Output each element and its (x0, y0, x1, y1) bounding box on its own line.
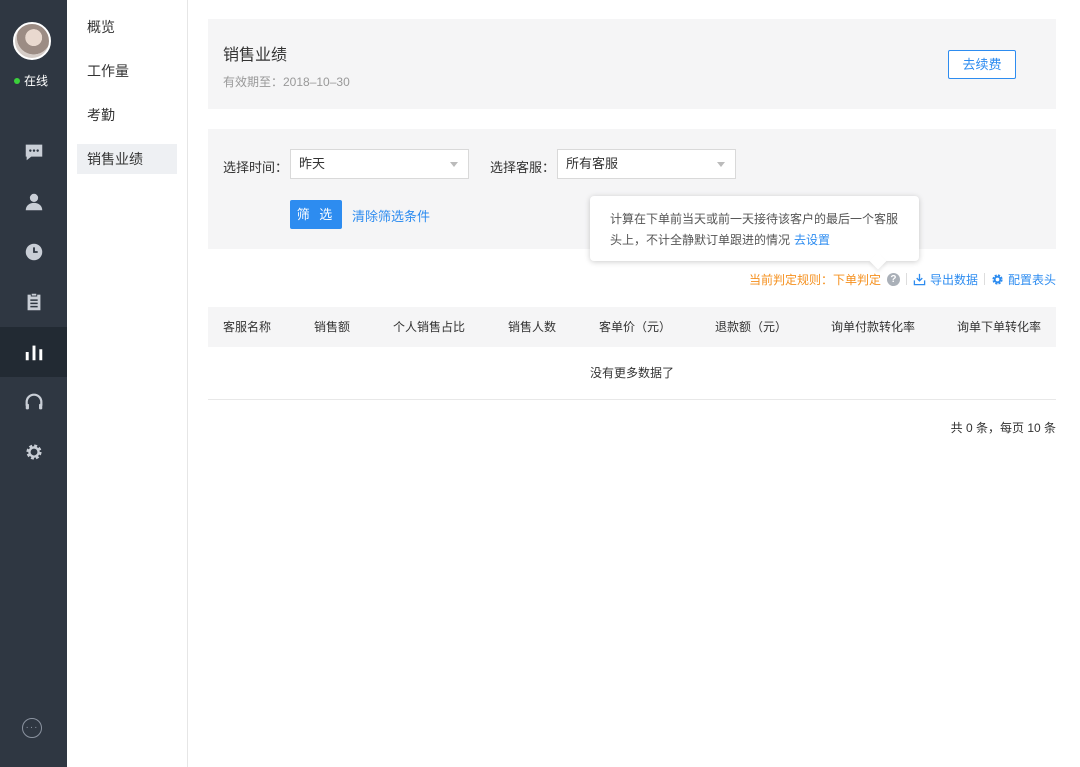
rail-item-clipboard[interactable] (0, 277, 67, 327)
config-columns-link[interactable]: 配置表头 (991, 271, 1056, 288)
rail-item-clock[interactable] (0, 227, 67, 277)
column-header[interactable]: 个人销售占比 (393, 307, 465, 347)
chat-icon (25, 144, 42, 161)
chevron-down-icon (450, 162, 458, 167)
agent-filter-label: 选择客服： (490, 160, 556, 175)
renew-button[interactable]: 去续费 (948, 50, 1016, 79)
time-select[interactable]: 昨天 (290, 149, 469, 179)
rail-item-user[interactable] (0, 177, 67, 227)
column-header[interactable]: 询单下单转化率 (957, 307, 1041, 347)
rail-item-service[interactable] (0, 377, 67, 427)
secondary-menu: 概览 工作量 考勤 销售业绩 (67, 0, 188, 767)
filter-button[interactable]: 筛 选 (290, 200, 342, 229)
chevron-down-icon (717, 162, 725, 167)
column-header[interactable]: 退款额（元） (715, 307, 787, 347)
tooltip-arrow (869, 252, 887, 270)
submenu-item-sales[interactable]: 销售业绩 (77, 144, 177, 174)
time-select-value: 昨天 (299, 156, 326, 171)
submenu-item-overview[interactable]: 概览 (77, 12, 177, 42)
rail-item-settings[interactable] (0, 427, 67, 477)
column-header[interactable]: 询单付款转化率 (831, 307, 915, 347)
time-filter-label: 选择时间： (223, 160, 289, 175)
online-dot-icon (14, 77, 20, 84)
divider (905, 273, 907, 285)
more-icon[interactable]: ··· (22, 718, 42, 738)
clear-filters-link[interactable]: 清除筛选条件 (352, 206, 430, 225)
clipboard-icon (27, 292, 40, 311)
headset-icon (25, 393, 42, 410)
submenu-item-workload[interactable]: 工作量 (77, 56, 177, 86)
user-icon (25, 193, 42, 211)
online-status: 在线 (14, 72, 48, 89)
table-header: 客服名称 销售额 个人销售占比 销售人数 客单价（元） 退款额（元） 询单付款转… (208, 307, 1056, 347)
submenu-item-attendance[interactable]: 考勤 (77, 100, 177, 130)
rail-item-chat[interactable] (0, 127, 67, 177)
table-toolbar: 当前判定规则：下单判定 ? 导出数据 配置表头 (749, 270, 1056, 288)
online-status-label: 在线 (24, 74, 49, 88)
help-icon[interactable]: ? (886, 272, 900, 286)
rule-tooltip: 计算在下单前当天或前一天接待该客户的最后一个客服头上，不计全静默订单跟进的情况去… (590, 196, 919, 270)
gear-icon (25, 444, 42, 460)
page-title: 销售业绩 (223, 47, 288, 64)
validity-date: 有效期至：2018–10–30 (223, 75, 350, 89)
tooltip-settings-link[interactable]: 去设置 (794, 233, 830, 247)
column-header[interactable]: 销售额 (314, 307, 350, 347)
empty-table-message: 没有更多数据了 (208, 347, 1056, 400)
column-header[interactable]: 客服名称 (223, 307, 271, 347)
bar-chart-icon (25, 345, 42, 361)
avatar[interactable] (13, 22, 51, 60)
tooltip-text: 计算在下单前当天或前一天接待该客户的最后一个客服头上，不计全静默订单跟进的情况 (610, 212, 899, 247)
agent-select-value: 所有客服 (566, 156, 619, 171)
icon-rail: 在线 ··· (0, 0, 67, 767)
divider (983, 273, 985, 285)
header-panel: 销售业绩 有效期至：2018–10–30 去续费 (208, 19, 1056, 109)
export-data-label: 导出数据 (929, 272, 978, 287)
rail-item-statistics[interactable] (0, 327, 67, 377)
rule-text: 当前判定规则：下单判定 (748, 272, 881, 287)
download-icon (913, 273, 926, 285)
agent-select[interactable]: 所有客服 (557, 149, 736, 179)
gear-icon (992, 273, 1003, 285)
clock-icon (25, 243, 42, 261)
column-header[interactable]: 客单价（元） (599, 307, 671, 347)
pagination-summary: 共 0 条，每页 10 条 (950, 421, 1056, 435)
column-header[interactable]: 销售人数 (508, 307, 556, 347)
export-data-link[interactable]: 导出数据 (913, 271, 978, 288)
config-columns-label: 配置表头 (1007, 272, 1056, 287)
